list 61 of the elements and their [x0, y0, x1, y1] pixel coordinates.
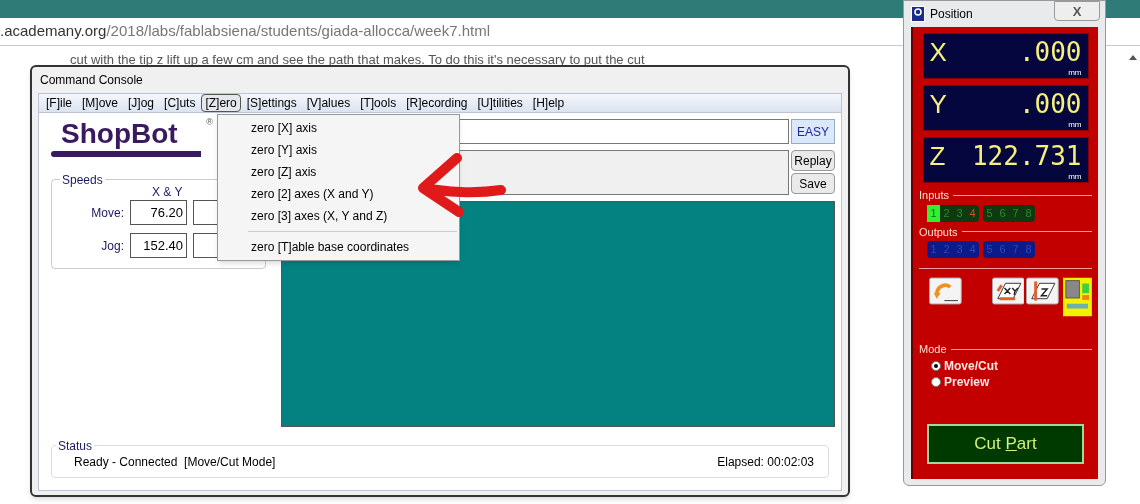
- url-host: .academany.org: [0, 21, 107, 42]
- radio-label: Move/Cut: [944, 357, 998, 375]
- cut-part-button[interactable]: Cut Part: [927, 423, 1084, 464]
- shopbot-logo: ShopBot ®: [51, 117, 213, 159]
- easy-button[interactable]: EASY: [791, 119, 835, 144]
- menu-item[interactable]: [R]ecording: [402, 94, 472, 112]
- speed-field[interactable]: 152.40: [130, 233, 187, 258]
- unit-label: mm: [1068, 172, 1082, 181]
- replay-button[interactable]: Replay: [791, 150, 835, 171]
- menu-item[interactable]: [H]elp: [528, 94, 569, 112]
- zero-origin-icon[interactable]: [929, 277, 962, 305]
- menu-item[interactable]: [C]uts: [160, 94, 200, 112]
- unit-label: mm: [1068, 120, 1082, 129]
- menu-option[interactable]: zero [3] axes (X, Y and Z): [251, 205, 388, 227]
- input-indicator: 8: [1024, 205, 1033, 221]
- axis-label: Z: [929, 140, 946, 172]
- speed-field[interactable]: 76.20: [130, 200, 187, 225]
- z-axis-icon[interactable]: [1026, 277, 1060, 305]
- input-indicator: 3: [955, 205, 964, 221]
- menu-item[interactable]: [U]tilities: [473, 94, 527, 112]
- window-title: Command Console: [39, 72, 144, 89]
- input-indicator: 6: [998, 205, 1007, 221]
- menu-option[interactable]: zero [2] axes (X and Y): [251, 183, 374, 205]
- input-indicator: 1: [927, 204, 940, 222]
- scroll-up-icon[interactable]: [1129, 55, 1137, 60]
- url-path: /2018/labs/fablabsiena/students/giada-allocca/week7.html: [106, 21, 491, 42]
- menu-item[interactable]: [M]ove: [78, 94, 123, 112]
- elapsed-time: Elapsed: 00:02:03: [717, 453, 814, 471]
- radio-label: Preview: [944, 373, 990, 391]
- speed-label: Jog:: [100, 237, 124, 255]
- axis-value: 122.731: [971, 140, 1082, 172]
- menu-item[interactable]: [J]og: [124, 94, 159, 112]
- axis-label: Y: [929, 88, 947, 120]
- app-icon: [911, 6, 925, 22]
- speed-label: Move:: [90, 204, 124, 222]
- unit-label: mm: [1068, 68, 1082, 77]
- radio-button[interactable]: [931, 360, 941, 371]
- menu-item[interactable]: [Z]ero: [201, 94, 241, 112]
- menu-option[interactable]: zero [T]able base coordinates: [251, 236, 410, 258]
- keypad-icon[interactable]: [1063, 277, 1092, 317]
- section-label: Mode: [919, 342, 947, 357]
- radio-button[interactable]: [931, 376, 941, 387]
- menu-item[interactable]: [S]ettings: [242, 94, 301, 112]
- status-message: Ready - Connected [Move/Cut Mode]: [74, 453, 276, 471]
- save-button[interactable]: Save: [791, 173, 835, 194]
- menu-item[interactable]: [F]ile: [42, 94, 76, 112]
- column-header: X & Y: [152, 184, 183, 201]
- input-indicator: 2: [942, 205, 951, 221]
- input-indicator: 5: [985, 205, 994, 221]
- section-label: Outputs: [919, 224, 958, 240]
- menu-option[interactable]: zero [X] axis: [251, 117, 318, 139]
- axis-value: .000: [1018, 88, 1082, 120]
- close-button[interactable]: X: [1054, 1, 1100, 21]
- menu-item[interactable]: [V]alues: [302, 94, 355, 112]
- menu-option[interactable]: zero [Z] axis: [251, 161, 317, 183]
- input-indicator: 4: [968, 205, 977, 221]
- xy-axis-icon[interactable]: [991, 277, 1025, 305]
- menu-item[interactable]: [T]ools: [356, 94, 401, 112]
- input-indicator: 7: [1011, 205, 1020, 221]
- section-label: Inputs: [919, 188, 949, 203]
- menu-option[interactable]: zero [Y] axis: [251, 139, 318, 161]
